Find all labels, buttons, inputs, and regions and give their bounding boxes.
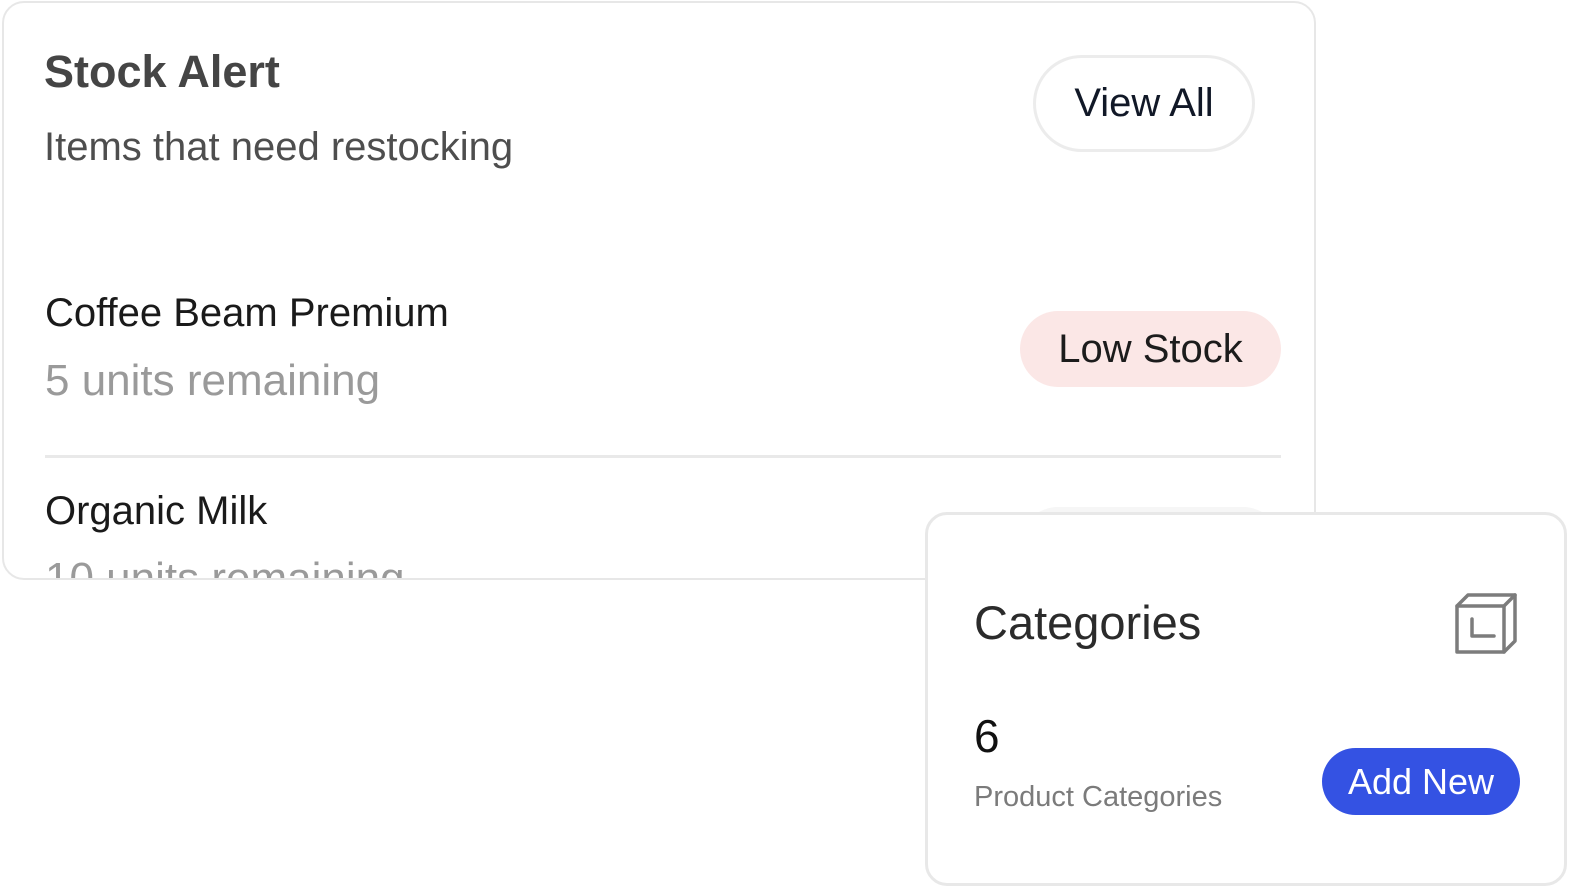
- box-icon: [1455, 593, 1517, 654]
- stock-alert-subtitle: Items that need restocking: [44, 125, 514, 169]
- stock-alert-item[interactable]: Coffee Beam Premium 5 units remaining Lo…: [45, 293, 1281, 458]
- stock-alert-card: Stock Alert Items that need restocking V…: [2, 1, 1316, 580]
- categories-label: Product Categories: [974, 781, 1223, 813]
- view-all-button[interactable]: View All: [1033, 55, 1255, 152]
- add-new-button[interactable]: Add New: [1322, 748, 1520, 815]
- item-name: Organic Milk: [45, 489, 268, 533]
- item-name: Coffee Beam Premium: [45, 291, 449, 335]
- categories-title: Categories: [974, 596, 1202, 649]
- stock-alert-title: Stock Alert: [44, 46, 280, 97]
- categories-card: Categories 6 Product Categories Add New: [925, 512, 1567, 886]
- item-remaining: 5 units remaining: [45, 356, 381, 405]
- categories-count: 6: [974, 710, 1000, 762]
- low-stock-badge: Low Stock: [1020, 311, 1281, 387]
- item-remaining: 10 units remaining: [45, 554, 405, 580]
